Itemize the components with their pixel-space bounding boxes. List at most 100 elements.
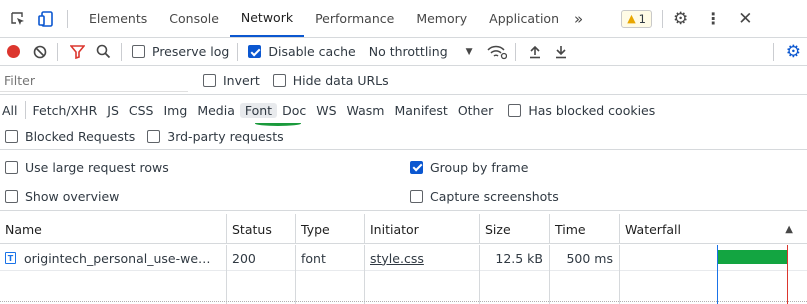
type-filter-wasm[interactable]: Wasm: [342, 103, 390, 118]
column-divider: [295, 271, 296, 304]
invert-box[interactable]: [203, 74, 216, 87]
type-filter-manifest[interactable]: Manifest: [389, 103, 452, 118]
third-party-box[interactable]: [147, 130, 161, 143]
search-icon[interactable]: [96, 44, 111, 59]
has-blocked-cookies-label: Has blocked cookies: [528, 102, 656, 118]
separator: [661, 9, 663, 28]
column-divider: [364, 271, 365, 304]
cell-status: 200: [227, 245, 296, 271]
clear-icon[interactable]: [33, 45, 47, 59]
settings-gear-icon[interactable]: ⚙: [673, 9, 688, 29]
warning-badge[interactable]: ▲ 1: [621, 9, 652, 28]
type-filter-doc[interactable]: Doc: [277, 103, 311, 118]
sort-ascending-icon: ▲: [785, 223, 793, 235]
tab-performance[interactable]: Performance: [304, 0, 405, 37]
third-party-checkbox[interactable]: 3rd-party requests: [147, 129, 284, 144]
large-rows-box[interactable]: [5, 160, 18, 174]
type-filter-font[interactable]: Font: [239, 102, 278, 118]
type-filter-all[interactable]: All: [0, 103, 23, 118]
preserve-log-label: Preserve log: [152, 44, 230, 59]
cell-waterfall: [620, 245, 807, 271]
disable-cache-box[interactable]: [248, 45, 262, 58]
show-overview-checkbox[interactable]: Show overview: [5, 189, 119, 204]
show-overview-box[interactable]: [5, 190, 18, 203]
column-waterfall[interactable]: Waterfall ▲: [620, 214, 807, 244]
separator: [237, 42, 239, 61]
column-time[interactable]: Time: [550, 214, 620, 244]
group-by-frame-box[interactable]: [410, 160, 423, 174]
warning-icon: ▲: [627, 12, 636, 25]
separator: [514, 42, 516, 61]
disable-cache-label: Disable cache: [268, 44, 356, 59]
more-tabs-button[interactable]: »: [574, 10, 583, 28]
filter-funnel-icon[interactable]: [70, 44, 85, 59]
type-filter-css[interactable]: CSS: [124, 103, 159, 118]
import-har-icon[interactable]: [528, 44, 542, 59]
chevron-down-icon: ▼: [465, 46, 473, 57]
blocked-requests-box[interactable]: [5, 130, 18, 143]
device-toolbar-icon[interactable]: [37, 10, 55, 28]
cell-size: 12.5 kB: [480, 245, 550, 271]
has-blocked-cookies-box[interactable]: [508, 103, 522, 117]
group-by-frame-label: Group by frame: [430, 159, 529, 175]
column-divider: [226, 271, 227, 304]
has-blocked-cookies-checkbox[interactable]: Has blocked cookies: [508, 103, 655, 118]
blocked-requests-checkbox[interactable]: Blocked Requests: [5, 129, 135, 144]
filter-bar: Invert Hide data URLs: [0, 67, 807, 95]
third-party-label: 3rd-party requests: [167, 129, 284, 144]
tab-network[interactable]: Network: [229, 0, 305, 37]
column-name[interactable]: Name: [0, 214, 227, 244]
blocked-requests-label: Blocked Requests: [25, 129, 136, 144]
type-filter-media[interactable]: Media: [192, 103, 240, 118]
invert-checkbox[interactable]: Invert: [203, 73, 260, 88]
column-type[interactable]: Type: [296, 214, 365, 244]
type-filter-fetch-xhr[interactable]: Fetch/XHR: [28, 103, 103, 118]
warning-count: 1: [638, 11, 646, 26]
throttling-select[interactable]: No throttling ▼: [369, 44, 473, 59]
type-filter-img[interactable]: Img: [159, 103, 193, 118]
table-row[interactable]: T origintech_personal_use-we… 200 font s…: [0, 245, 807, 271]
preserve-log-checkbox[interactable]: Preserve log: [132, 44, 229, 59]
tab-memory[interactable]: Memory: [405, 0, 478, 37]
options-row-1: Use large request rows Group by frame: [0, 153, 807, 181]
invert-label: Invert: [223, 73, 260, 88]
cell-name[interactable]: T origintech_personal_use-we…: [0, 245, 227, 271]
group-by-frame-checkbox[interactable]: Group by frame: [410, 160, 528, 175]
waterfall-bar: [718, 250, 788, 264]
initiator-link[interactable]: style.css: [370, 251, 424, 266]
column-initiator[interactable]: Initiator: [365, 214, 480, 244]
type-filter-js[interactable]: JS: [102, 103, 124, 118]
record-icon[interactable]: [7, 45, 20, 58]
network-conditions-icon[interactable]: [487, 44, 507, 60]
separator: [67, 9, 68, 28]
blocked-filters: Blocked Requests 3rd-party requests: [0, 124, 807, 150]
network-settings-gear-icon[interactable]: ⚙: [786, 42, 801, 62]
separator: [24, 101, 26, 119]
cell-initiator[interactable]: style.css: [365, 245, 480, 271]
filter-input[interactable]: [0, 69, 188, 92]
disable-cache-checkbox[interactable]: Disable cache: [248, 44, 356, 59]
tab-console[interactable]: Console: [158, 0, 230, 37]
large-rows-checkbox[interactable]: Use large request rows: [5, 160, 169, 175]
inspect-element-icon[interactable]: [9, 10, 27, 28]
column-size[interactable]: Size: [480, 214, 550, 244]
column-divider: [549, 271, 550, 304]
column-status[interactable]: Status: [227, 214, 296, 244]
waterfall-label: Waterfall: [625, 221, 681, 237]
capture-screenshots-box[interactable]: [410, 190, 423, 203]
capture-screenshots-label: Capture screenshots: [430, 189, 559, 204]
column-divider: [619, 271, 620, 304]
export-har-icon[interactable]: [554, 44, 568, 59]
hide-data-urls-checkbox[interactable]: Hide data URLs: [272, 73, 389, 88]
type-filter-other[interactable]: Other: [453, 103, 499, 118]
separator: [772, 42, 774, 61]
more-options-icon[interactable]: ⋮: [705, 9, 721, 28]
hide-data-urls-box[interactable]: [272, 74, 286, 87]
capture-screenshots-checkbox[interactable]: Capture screenshots: [410, 189, 559, 204]
tab-application[interactable]: Application: [478, 0, 570, 37]
tab-elements[interactable]: Elements: [78, 0, 158, 37]
close-icon[interactable]: ✕: [738, 9, 752, 29]
type-filter-ws[interactable]: WS: [311, 103, 341, 118]
preserve-log-box[interactable]: [132, 45, 145, 58]
network-toolbar: Preserve log Disable cache No throttling…: [0, 38, 807, 66]
